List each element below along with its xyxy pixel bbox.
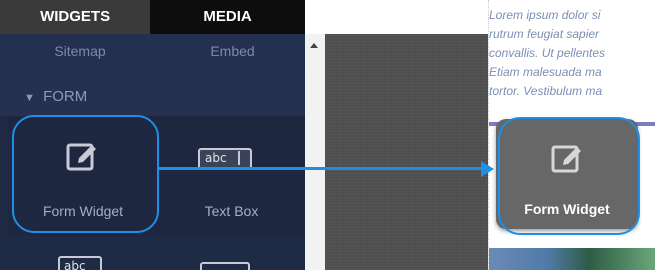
widget-sitemap[interactable]: Sitemap [0, 34, 160, 72]
section-form-header[interactable]: ▼ FORM [0, 72, 305, 116]
widget-text-box-label: Text Box [204, 203, 259, 219]
scroll-up-arrow-icon[interactable] [310, 43, 318, 48]
drag-arrow-line [159, 167, 483, 170]
text-cursor-icon [238, 151, 240, 165]
widget-text-box[interactable]: abc Text Box [158, 116, 305, 236]
next-widget-icon-text: abc [64, 259, 86, 270]
panel-scrollbar[interactable] [305, 34, 325, 270]
next-widget-icon-2[interactable] [200, 262, 250, 270]
tab-widgets[interactable]: WIDGETS [0, 0, 151, 34]
page-text-line: rutrum feugiat sapier [489, 27, 600, 41]
panel-tabs: WIDGETS MEDIA [0, 0, 305, 34]
section-form-label: FORM [43, 88, 88, 105]
highlight-ring-source [12, 115, 159, 233]
text-box-icon-text: abc [205, 151, 227, 165]
collapse-arrow-icon: ▼ [24, 92, 35, 104]
highlight-ring-target [498, 117, 640, 235]
next-widget-icon[interactable]: abc [58, 256, 102, 270]
drag-arrow-head-icon [481, 161, 494, 177]
page-image [489, 248, 655, 270]
widget-embed[interactable]: Embed [160, 34, 305, 72]
page-text-line: Lorem ipsum dolor si [489, 8, 601, 22]
page-text-line: convallis. Ut pellentes [489, 46, 606, 60]
page-text: Lorem ipsum dolor si rutrum feugiat sapi… [489, 6, 655, 101]
canvas-background [325, 34, 488, 270]
page-text-line: Etiam malesuada ma [489, 65, 602, 79]
page-text-line: tortor. Vestibulum ma [489, 84, 603, 98]
tab-media[interactable]: MEDIA [150, 0, 305, 34]
